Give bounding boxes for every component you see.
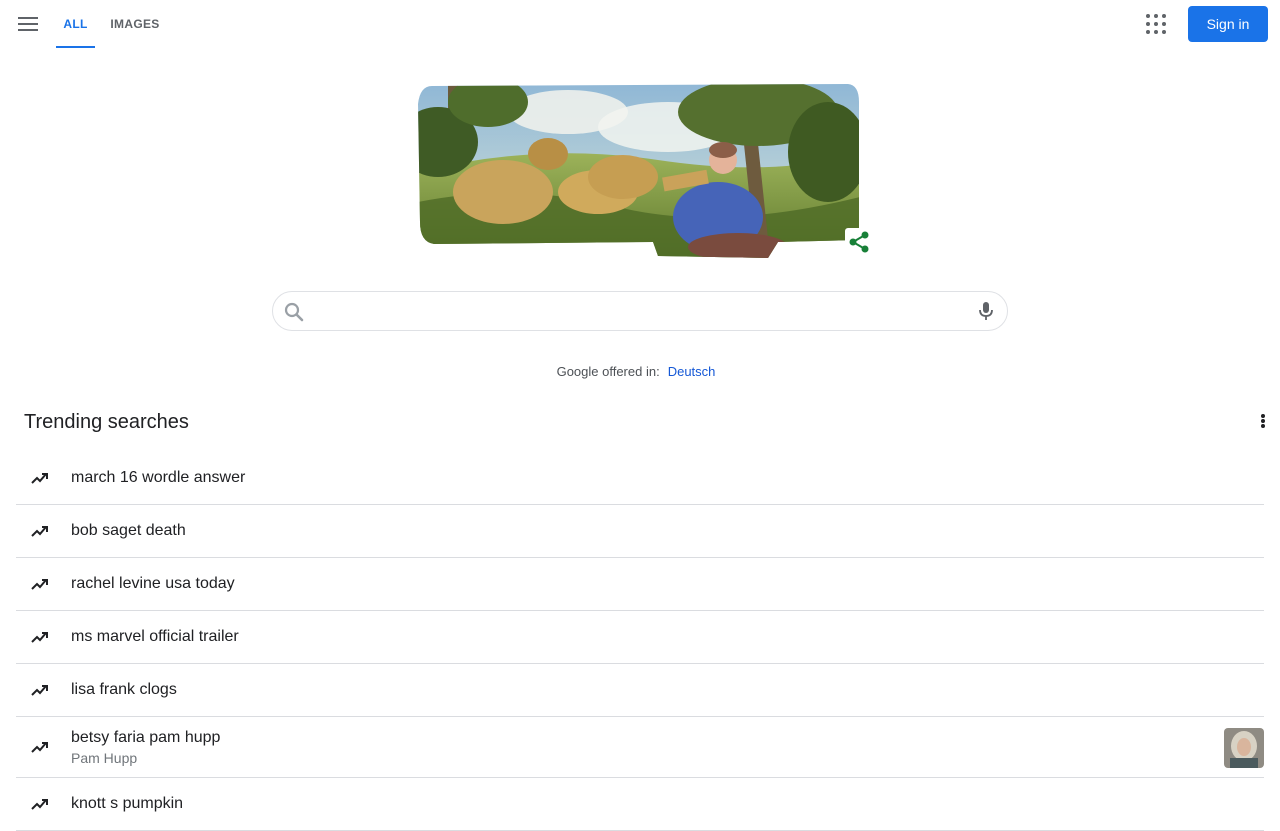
- search-icon: [283, 301, 305, 323]
- doodle-illustration-icon: [418, 84, 859, 258]
- trending-title: Trending searches: [24, 411, 189, 433]
- trending-item-subtitle: Pam Hupp: [71, 750, 138, 766]
- trending-up-icon: [30, 795, 50, 813]
- tab-images[interactable]: IMAGES: [104, 0, 166, 48]
- trending-item[interactable]: bob saget death: [16, 505, 1264, 558]
- language-offer: Google offered in: Deutsch: [0, 364, 1272, 379]
- trending-item[interactable]: march 16 wordle answer: [16, 452, 1264, 505]
- trending-thumbnail: [1224, 728, 1264, 768]
- apps-grid-icon[interactable]: [1144, 12, 1168, 36]
- trending-item[interactable]: lisa frank clogs: [16, 664, 1264, 717]
- search-box[interactable]: [272, 291, 1008, 331]
- doodle-image[interactable]: [418, 82, 860, 258]
- menu-icon[interactable]: [16, 12, 40, 36]
- trending-item[interactable]: rachel levine usa today: [16, 558, 1264, 611]
- trending-item-text: knott s pumpkin: [71, 795, 184, 812]
- trending-item[interactable]: knott s pumpkin: [16, 778, 1264, 831]
- language-link-deutsch[interactable]: Deutsch: [668, 364, 716, 379]
- trending-up-icon: [30, 522, 50, 540]
- more-options-icon[interactable]: [1254, 410, 1272, 430]
- trending-item-text: bob saget death: [71, 522, 186, 539]
- trending-list: march 16 wordle answer bob saget death r…: [16, 452, 1264, 831]
- trending-up-icon: [30, 681, 50, 699]
- trending-item[interactable]: betsy faria pam hupp Pam Hupp: [16, 717, 1264, 778]
- trending-up-icon: [30, 628, 50, 646]
- trending-up-icon: [30, 738, 50, 756]
- trending-item[interactable]: ms marvel official trailer: [16, 611, 1264, 664]
- trending-up-icon: [30, 575, 50, 593]
- tab-all[interactable]: ALL: [56, 0, 95, 48]
- search-input[interactable]: [313, 298, 963, 324]
- share-icon[interactable]: [845, 228, 873, 256]
- trending-item-text: ms marvel official trailer: [71, 628, 239, 645]
- trending-item-text: march 16 wordle answer: [71, 469, 246, 486]
- sign-in-button[interactable]: Sign in: [1188, 6, 1268, 42]
- trending-item-text: betsy faria pam hupp: [71, 729, 221, 746]
- microphone-icon[interactable]: [975, 300, 997, 322]
- trending-item-text: rachel levine usa today: [71, 575, 235, 592]
- top-bar: ALL IMAGES Sign in: [0, 0, 1280, 48]
- trending-up-icon: [30, 469, 50, 487]
- language-offer-label: Google offered in:: [556, 364, 660, 379]
- trending-item-text: lisa frank clogs: [71, 681, 177, 698]
